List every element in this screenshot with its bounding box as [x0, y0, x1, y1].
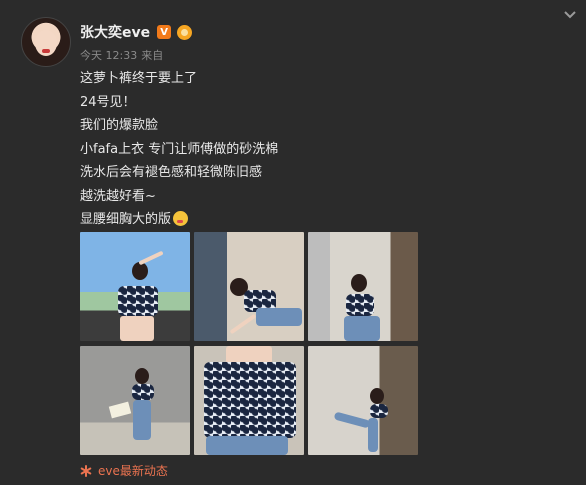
avatar[interactable]: [21, 17, 71, 67]
figure-jeans: [344, 316, 380, 341]
figure-head: [370, 388, 384, 404]
figure-torso: [120, 316, 154, 341]
post-text-line: 我们的爆款脸: [80, 118, 159, 133]
username-link[interactable]: 张大奕eve: [80, 22, 150, 42]
source-link-label[interactable]: eve最新动态: [98, 462, 168, 479]
post-text-line: 越洗越好看~: [80, 188, 156, 204]
post-time[interactable]: 今天 12:33: [80, 47, 137, 63]
post-text-line: 显腰细胸大的版: [80, 208, 278, 232]
post-text-line-label: 显腰细胸大的版: [80, 212, 172, 227]
photo-thumbnail[interactable]: [194, 232, 304, 341]
vip-badge-icon[interactable]: V: [157, 25, 172, 39]
post-text-line: 小fafa上衣 专门让师傅做的砂洗棉: [80, 141, 279, 157]
figure-head: [351, 274, 367, 292]
photo-thumbnail[interactable]: [80, 346, 190, 455]
weibo-post: 张大奕eve V 今天 12:33 来自 这萝卜裤终于要上了 24号见！ 我们的…: [0, 0, 586, 485]
figure-jeans: [206, 436, 288, 455]
figure-head: [135, 368, 149, 384]
photo-thumbnail[interactable]: [80, 232, 190, 341]
figure-jeans: [256, 308, 302, 326]
user-line: 张大奕eve V: [80, 22, 193, 42]
post-text-line: 洗水后会有褪色感和轻微陈旧感: [80, 165, 263, 180]
photo-grid: [80, 232, 419, 455]
sign-card: [108, 401, 132, 419]
post-text-line: 这萝卜裤终于要上了: [80, 71, 198, 86]
heart-eyes-emoji-icon: [173, 211, 189, 226]
figure-top: [118, 286, 158, 316]
post-text: 这萝卜裤终于要上了 24号见！ 我们的爆款脸 小fafa上衣 专门让师傅做的砂洗…: [80, 67, 278, 232]
photo-thumbnail[interactable]: [194, 346, 304, 455]
asterisk-source-icon: [80, 464, 92, 477]
figure-arm: [229, 313, 257, 335]
post-meta: 今天 12:33 来自: [80, 47, 167, 63]
photo-thumbnail[interactable]: [308, 232, 418, 341]
photo-thumbnail[interactable]: [308, 346, 418, 455]
chevron-down-icon[interactable]: [563, 10, 577, 20]
figure-arm: [138, 250, 164, 266]
figure-top: [370, 404, 388, 418]
member-lion-icon[interactable]: [177, 24, 193, 40]
post-text-line: 24号见！: [80, 94, 136, 110]
figure-top: [132, 384, 154, 400]
figure-top: [204, 362, 296, 438]
avatar-lips: [42, 49, 50, 53]
figure-top: [346, 294, 374, 316]
figure-leg: [333, 411, 371, 429]
post-source-prefix: 来自: [141, 49, 164, 62]
source-link[interactable]: eve最新动态: [80, 462, 168, 479]
figure-jeans: [133, 400, 151, 440]
